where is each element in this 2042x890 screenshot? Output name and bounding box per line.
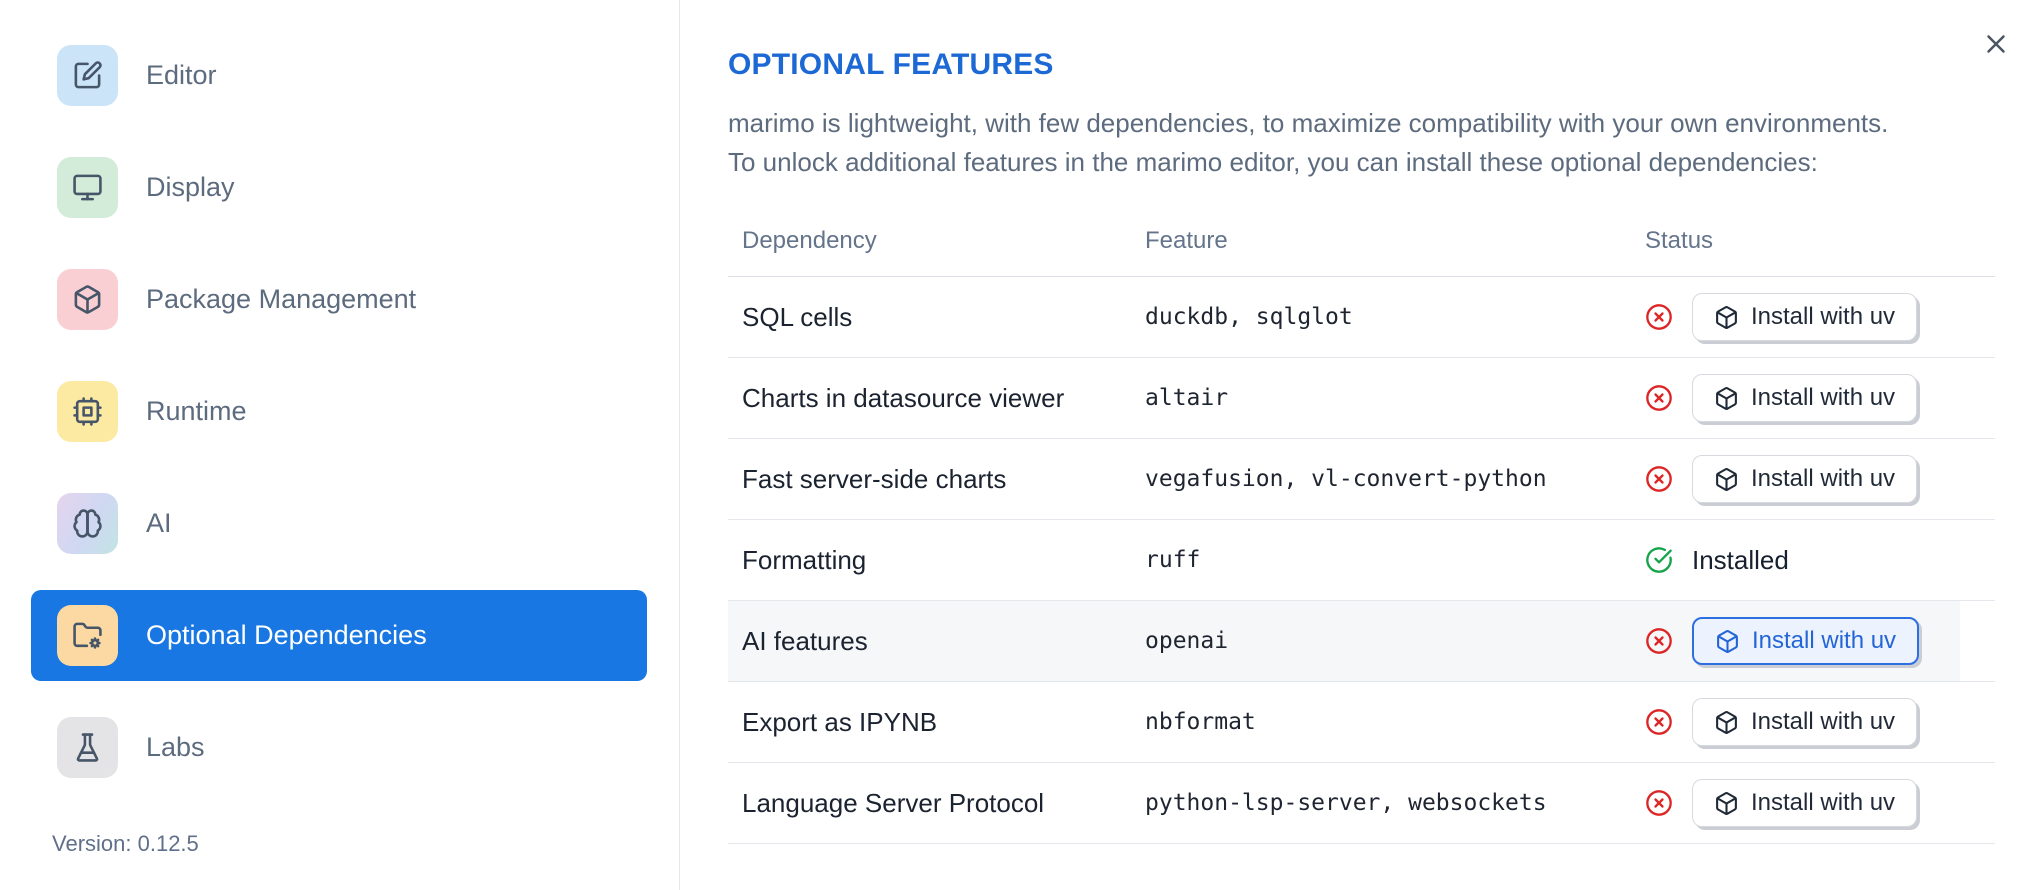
sidebar-item-display[interactable]: Display: [31, 142, 647, 233]
sidebar-item-label: Editor: [146, 60, 217, 90]
circle-x-icon: [1645, 708, 1673, 736]
install-button-label: Install with uv: [1751, 465, 1896, 492]
dependencies-table: Dependency Feature Status SQL cells duck…: [728, 206, 1995, 844]
status-cell: Install with uv: [1631, 698, 1995, 746]
status-cell: Install with uv: [1631, 455, 1995, 503]
install-button-label: Install with uv: [1751, 384, 1896, 411]
install-with-uv-button[interactable]: Install with uv: [1692, 617, 1920, 665]
install-with-uv-button[interactable]: Install with uv: [1692, 779, 1918, 827]
feature-packages: nbformat: [1145, 709, 1256, 735]
install-with-uv-button[interactable]: Install with uv: [1692, 455, 1918, 503]
sidebar-item-runtime[interactable]: Runtime: [31, 366, 647, 457]
feature-packages: ruff: [1145, 547, 1201, 573]
feature-packages: python-lsp-server, websockets: [1145, 790, 1547, 816]
optional-features-panel: OPTIONAL FEATURES marimo is lightweight,…: [681, 0, 2042, 890]
circle-x-icon: [1645, 465, 1673, 493]
installed-label: Installed: [1692, 544, 1789, 575]
table-row: Formatting ruff Installed: [728, 520, 1995, 601]
install-with-uv-button[interactable]: Install with uv: [1692, 293, 1918, 341]
folder-cog-icon: [57, 605, 118, 666]
sidebar-item-labs[interactable]: Labs: [31, 702, 647, 793]
dependency-name: Fast server-side charts: [742, 463, 1007, 494]
install-with-uv-button[interactable]: Install with uv: [1692, 698, 1918, 746]
sidebar-item-label: AI: [146, 508, 172, 538]
dependency-name: SQL cells: [742, 301, 853, 332]
version-label: Version: 0.12.5: [52, 831, 199, 856]
package-icon: [57, 269, 118, 330]
sidebar-item-package-management[interactable]: Package Management: [31, 254, 647, 345]
install-button-label: Install with uv: [1751, 303, 1896, 330]
circle-x-icon: [1645, 789, 1673, 817]
status-cell: Installed: [1631, 545, 1995, 576]
package-icon: [1716, 791, 1737, 815]
column-header-feature: Feature: [1145, 227, 1228, 254]
status-cell: Install with uv: [1631, 374, 1995, 422]
dependency-name: Language Server Protocol: [742, 787, 1045, 818]
sidebar-item-label: Labs: [146, 732, 205, 762]
settings-dialog: Editor Display Package Management Runtim…: [0, 0, 2042, 890]
feature-packages: duckdb, sqlglot: [1145, 304, 1353, 330]
monitor-icon: [57, 157, 118, 218]
install-button-label: Install with uv: [1752, 627, 1897, 654]
table-header: Dependency Feature Status: [728, 206, 1995, 277]
table-row: Charts in datasource viewer altair Insta…: [728, 358, 1995, 439]
table-row: Fast server-side charts vegafusion, vl-c…: [728, 439, 1995, 520]
install-with-uv-button[interactable]: Install with uv: [1692, 374, 1918, 422]
circle-x-icon: [1645, 627, 1673, 655]
package-icon: [1716, 710, 1737, 734]
settings-sidebar: Editor Display Package Management Runtim…: [0, 0, 680, 890]
circle-x-icon: [1645, 384, 1673, 412]
package-icon: [1717, 629, 1738, 653]
dependency-name: Formatting: [742, 544, 867, 575]
package-icon: [1716, 467, 1737, 491]
install-button-label: Install with uv: [1751, 708, 1896, 735]
dependency-name: AI features: [742, 625, 868, 656]
description-line-1: marimo is lightweight, with few dependen…: [728, 108, 1889, 138]
panel-description: marimo is lightweight, with few dependen…: [728, 104, 2042, 182]
sidebar-item-label: Optional Dependencies: [146, 620, 427, 650]
sidebar-item-label: Runtime: [146, 396, 247, 426]
table-row: AI features openai Install with uv: [728, 601, 1995, 682]
sidebar-item-label: Display: [146, 172, 235, 202]
sidebar-item-optional-dependencies[interactable]: Optional Dependencies: [31, 590, 647, 681]
circle-x-icon: [1645, 303, 1673, 331]
page-title: OPTIONAL FEATURES: [728, 48, 1054, 81]
column-header-dependency: Dependency: [742, 227, 877, 254]
column-header-status: Status: [1645, 227, 1714, 254]
description-line-2: To unlock additional features in the mar…: [728, 147, 1818, 177]
circle-check-icon: [1645, 546, 1673, 574]
sidebar-item-label: Package Management: [146, 284, 417, 314]
package-icon: [1716, 305, 1737, 329]
sidebar-item-ai[interactable]: AI: [31, 478, 647, 569]
feature-packages: vegafusion, vl-convert-python: [1145, 466, 1547, 492]
sidebar-item-editor[interactable]: Editor: [31, 30, 647, 121]
edit-icon: [57, 45, 118, 106]
table-row: Export as IPYNB nbformat Install with uv: [728, 682, 1995, 763]
feature-packages: altair: [1145, 385, 1229, 411]
table-row: Language Server Protocol python-lsp-serv…: [728, 763, 1995, 844]
package-icon: [1716, 386, 1737, 410]
dependency-name: Charts in datasource viewer: [742, 382, 1065, 413]
flask-icon: [57, 717, 118, 778]
feature-packages: openai: [1145, 628, 1229, 654]
install-button-label: Install with uv: [1751, 789, 1896, 816]
status-cell: Install with uv: [1631, 293, 1995, 341]
sidebar-list: Editor Display Package Management Runtim…: [31, 30, 647, 814]
cpu-icon: [57, 381, 118, 442]
brain-icon: [57, 493, 118, 554]
dependency-name: Export as IPYNB: [742, 706, 938, 737]
status-cell: Install with uv: [1631, 617, 1995, 665]
status-cell: Install with uv: [1631, 779, 1995, 827]
close-icon[interactable]: [1978, 26, 2014, 62]
table-row: SQL cells duckdb, sqlglot Install with u…: [728, 277, 1995, 358]
